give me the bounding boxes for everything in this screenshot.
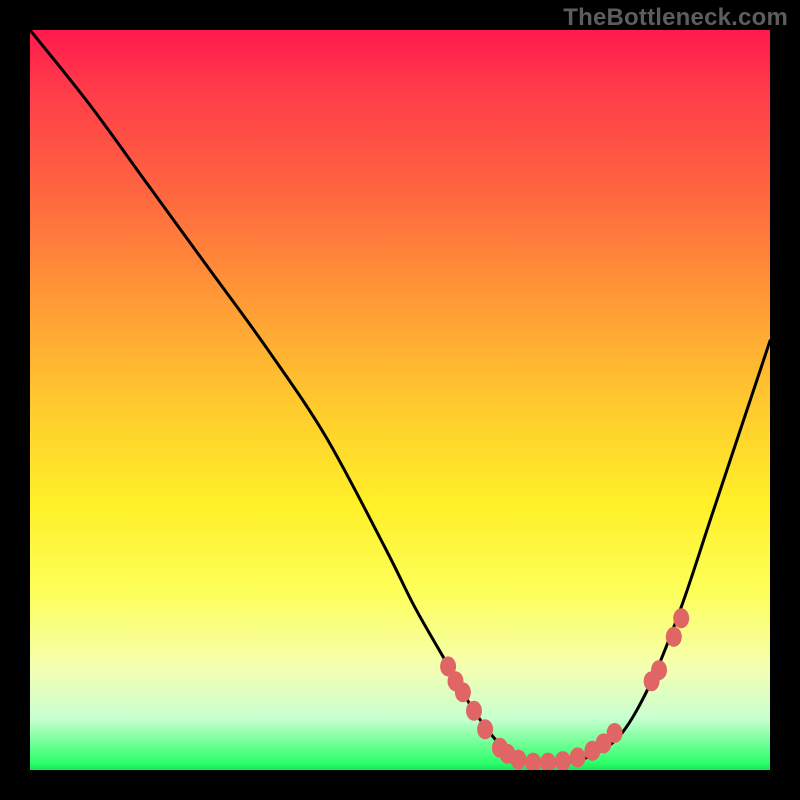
curve-marker <box>455 682 471 702</box>
curve-marker <box>555 751 571 770</box>
curve-marker <box>651 660 667 680</box>
curve-marker <box>666 627 682 647</box>
curve-marker <box>673 608 689 628</box>
curve-marker <box>510 750 526 770</box>
plot-area <box>30 30 770 770</box>
bottleneck-curve <box>30 30 770 764</box>
chart-frame: TheBottleneck.com <box>0 0 800 800</box>
curve-marker <box>540 753 556 770</box>
curve-marker <box>466 701 482 721</box>
curve-marker <box>525 753 541 770</box>
watermark-text: TheBottleneck.com <box>563 4 788 32</box>
curve-marker <box>607 723 623 743</box>
curve-markers <box>440 608 689 770</box>
curve-marker <box>477 719 493 739</box>
curve-marker <box>570 747 586 767</box>
curve-layer <box>30 30 770 770</box>
